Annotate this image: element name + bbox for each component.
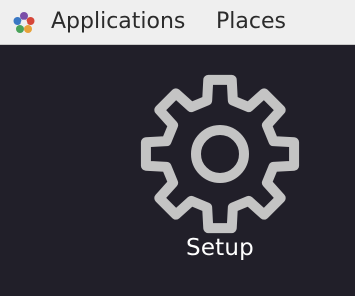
top-panel: Applications Places [0, 0, 355, 45]
gear-icon [140, 74, 300, 234]
setup-desktop-icon[interactable]: Setup [120, 60, 320, 275]
places-menu[interactable]: Places [216, 7, 286, 37]
setup-label: Setup [186, 235, 254, 261]
applications-menu[interactable]: Applications [51, 7, 185, 37]
distro-logo-icon[interactable] [12, 11, 36, 35]
desktop-screen: Applications Places Setup [0, 0, 355, 296]
